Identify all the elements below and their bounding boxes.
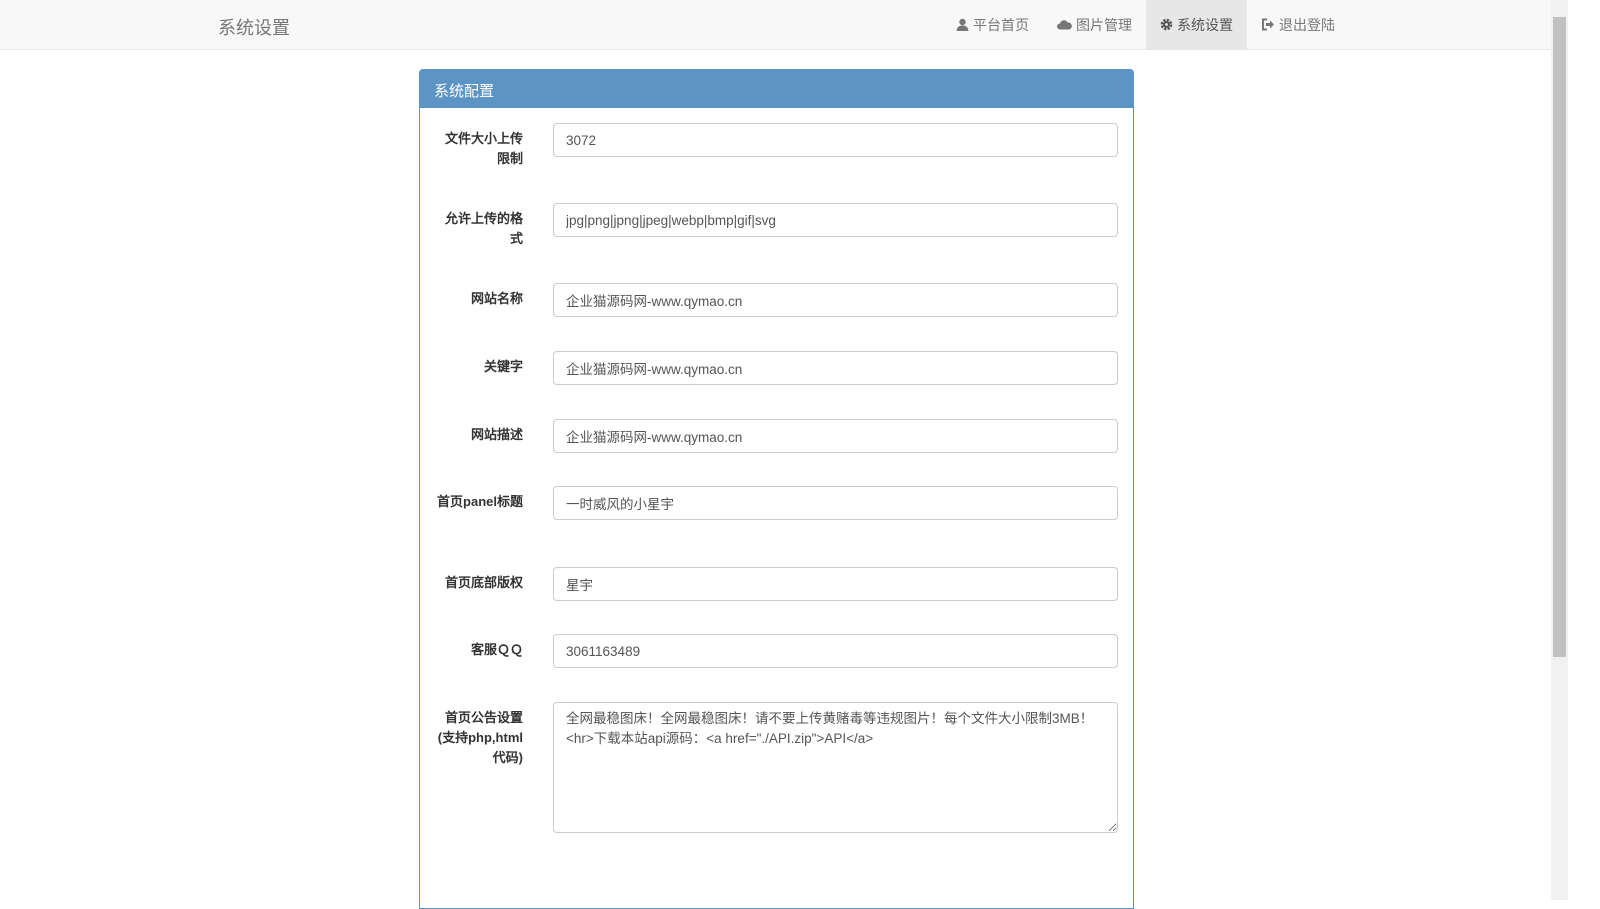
panel-title-input[interactable]	[553, 486, 1118, 520]
navbar: 系统设置 平台首页 图片管理 系统设置 退出登陆	[0, 0, 1551, 50]
gear-icon	[1160, 18, 1173, 31]
panel-title: 系统配置	[420, 70, 1133, 108]
field-label: 首页公告设置(支持php,html代码)	[437, 710, 523, 765]
config-panel: 系统配置 文件大小上传限制 允许上传的格式 网站名称 关键字 网站描述 首页pa…	[419, 69, 1134, 909]
nav-settings[interactable]: 系统设置	[1146, 0, 1247, 49]
keywords-input[interactable]	[553, 351, 1118, 385]
field-label: 关键字	[483, 359, 523, 374]
nav-settings-label: 系统设置	[1177, 16, 1233, 33]
field-label: 文件大小上传限制	[444, 131, 523, 166]
description-input[interactable]	[553, 419, 1118, 453]
site-name-input[interactable]	[553, 283, 1118, 317]
nav-logout-label: 退出登陆	[1279, 16, 1335, 33]
qq-input[interactable]	[553, 634, 1118, 668]
upload-size-input[interactable]	[553, 123, 1118, 157]
navbar-brand[interactable]: 系统设置	[218, 14, 290, 40]
field-label: 客服ＱＱ	[470, 642, 523, 657]
scrollbar-thumb[interactable]	[1553, 17, 1566, 657]
user-icon	[956, 18, 969, 31]
nav-logout[interactable]: 退出登陆	[1247, 0, 1349, 49]
nav-images-label: 图片管理	[1076, 16, 1132, 33]
nav-home-label: 平台首页	[973, 16, 1029, 33]
field-label: 允许上传的格式	[444, 211, 523, 246]
copyright-input[interactable]	[553, 567, 1118, 601]
formats-input[interactable]	[553, 203, 1118, 237]
field-label: 首页panel标题	[437, 494, 523, 509]
notice-textarea[interactable]: 全网最稳图床！全网最稳图床！请不要上传黄赌毒等违规图片！每个文件大小限制3MB！…	[553, 702, 1118, 833]
field-label: 首页底部版权	[444, 575, 523, 590]
cloud-icon	[1057, 20, 1072, 30]
nav-images[interactable]: 图片管理	[1043, 0, 1146, 49]
logout-icon	[1262, 18, 1274, 31]
scrollbar[interactable]	[1551, 0, 1568, 900]
field-label: 网站描述	[470, 427, 523, 442]
nav-home[interactable]: 平台首页	[942, 0, 1043, 49]
field-label: 网站名称	[470, 291, 523, 306]
